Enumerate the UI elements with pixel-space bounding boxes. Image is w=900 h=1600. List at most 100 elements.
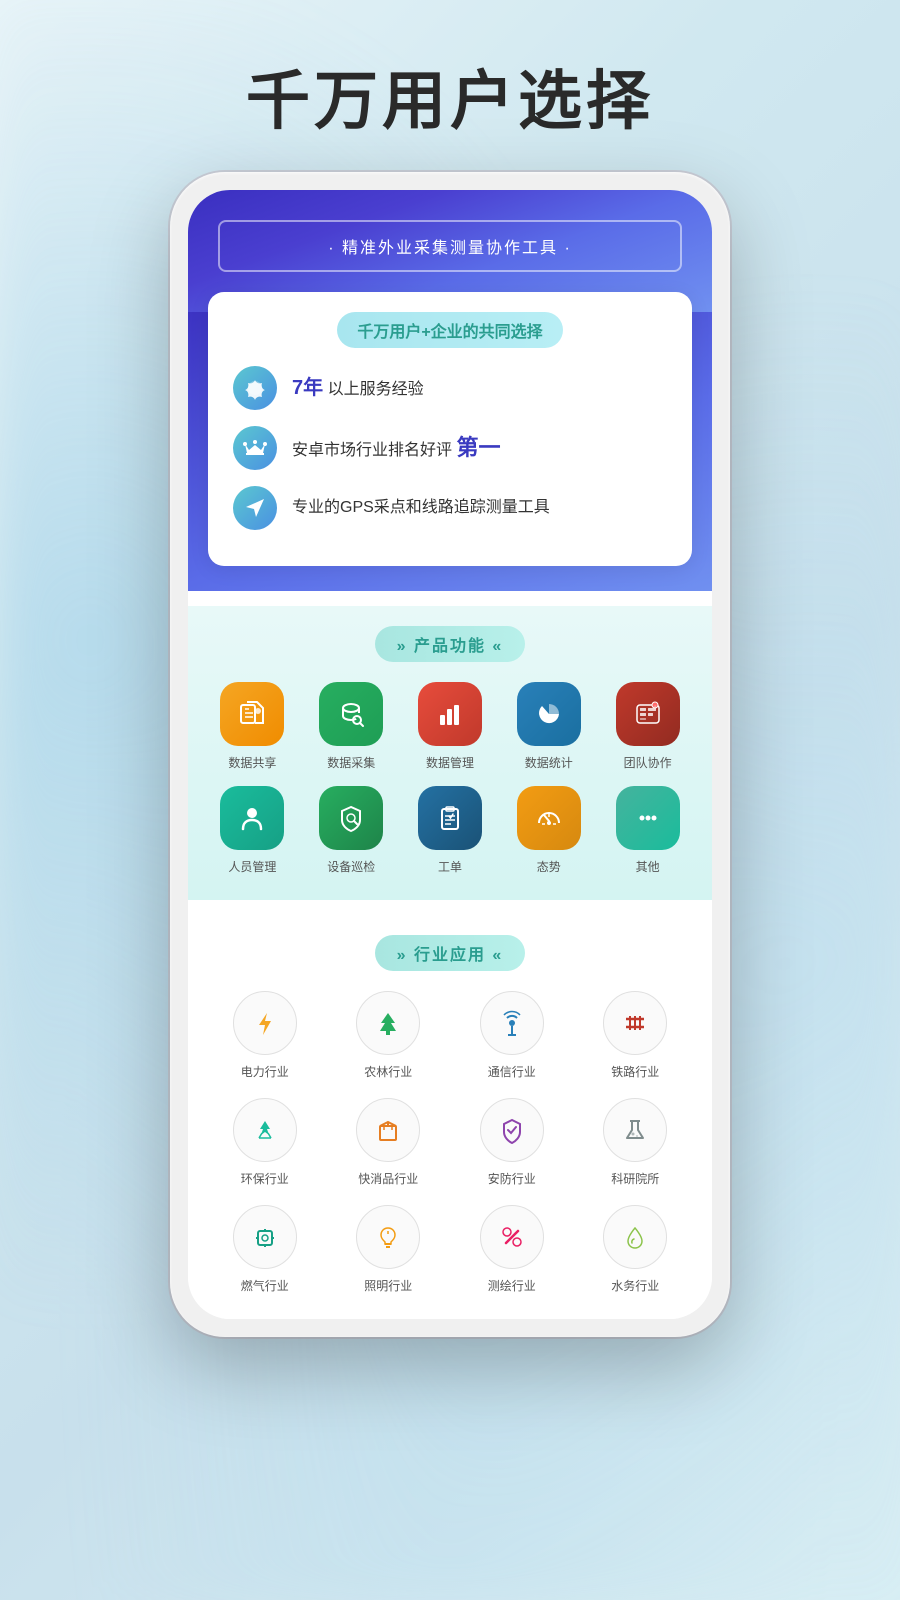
research-label: 科研院所 [611, 1170, 659, 1187]
user-icon [237, 803, 267, 833]
feature-text-years: 7年 以上服务经验 [292, 374, 424, 402]
product-item-workorder[interactable]: 工单 [406, 786, 495, 875]
product-icon-grid-row1: 数据共享 数据采集 [208, 682, 692, 771]
more-icon-circle [616, 786, 680, 850]
feature-text-gps: 专业的GPS采点和线路追踪测量工具 [292, 497, 550, 519]
security-icon-circle [480, 1098, 544, 1162]
team-label: 团队协作 [624, 754, 672, 771]
product-section-title: » 产品功能 « [375, 626, 526, 662]
industry-item-power[interactable]: 电力行业 [208, 991, 322, 1080]
card-bg: 千万用户+企业的共同选择 7年 以上服务经验 [188, 292, 712, 591]
stats-icon-circle [517, 682, 581, 746]
phone-mockup: · 精准外业采集测量协作工具 · 千万用户+企业的共同选择 [170, 172, 730, 1337]
workorder-label: 工单 [438, 858, 462, 875]
industry-item-forest[interactable]: 农林行业 [332, 991, 446, 1080]
svg-text:!: ! [654, 704, 655, 709]
page-title-section: 千万用户选择 [0, 0, 900, 172]
product-item-stats[interactable]: 数据统计 [504, 682, 593, 771]
bar-chart-icon [435, 699, 465, 729]
security-label: 安防行业 [488, 1170, 536, 1187]
card-title-wrapper: 千万用户+企业的共同选择 [233, 312, 667, 348]
product-icon-grid-row2: 人员管理 设备巡检 [208, 786, 692, 875]
situation-icon-circle [517, 786, 581, 850]
railway-icon-circle [603, 991, 667, 1055]
tools-icon [498, 1223, 526, 1251]
industry-item-survey[interactable]: 测绘行业 [455, 1205, 569, 1294]
fmcg-label: 快消品行业 [358, 1170, 418, 1187]
manage-label: 数据管理 [426, 754, 474, 771]
water-label: 水务行业 [611, 1277, 659, 1294]
industry-item-research[interactable]: 科研院所 [579, 1098, 693, 1187]
manage-icon-circle [418, 682, 482, 746]
product-item-personnel[interactable]: 人员管理 [208, 786, 297, 875]
forest-label: 农林行业 [364, 1063, 412, 1080]
telecom-icon-circle [480, 991, 544, 1055]
industry-item-lighting[interactable]: 照明行业 [332, 1205, 446, 1294]
industry-title-wrapper: » 行业应用 « [208, 935, 692, 971]
database-search-icon [336, 699, 366, 729]
workorder-icon-circle [418, 786, 482, 850]
collect-icon-circle [319, 682, 383, 746]
antenna-icon [498, 1009, 526, 1037]
shield-search-icon [336, 803, 366, 833]
pie-chart-icon [534, 699, 564, 729]
forest-icon [374, 1009, 402, 1037]
product-title-wrapper: » 产品功能 « [208, 626, 692, 662]
product-item-team[interactable]: ! 团队协作 [603, 682, 692, 771]
product-item-share[interactable]: 数据共享 [208, 682, 297, 771]
telecom-label: 通信行业 [488, 1063, 536, 1080]
flask-icon [621, 1116, 649, 1144]
feature-item-years: 7年 以上服务经验 [233, 366, 667, 410]
gauge-icon [534, 803, 564, 833]
industry-item-fmcg[interactable]: 快消品行业 [332, 1098, 446, 1187]
env-label: 环保行业 [241, 1170, 289, 1187]
feature-item-rank: 安卓市场行业排名好评 第一 [233, 426, 667, 470]
card-title-badge: 千万用户+企业的共同选择 [337, 312, 562, 348]
product-item-inspection[interactable]: 设备巡检 [307, 786, 396, 875]
water-icon-circle [603, 1205, 667, 1269]
lightning-icon [251, 1009, 279, 1037]
phone-screen: · 精准外业采集测量协作工具 · 千万用户+企业的共同选择 [188, 190, 712, 1319]
feature-icon-years [233, 366, 277, 410]
clipboard-icon [435, 803, 465, 833]
feature-text-rank: 安卓市场行业排名好评 第一 [292, 433, 500, 464]
product-item-situation[interactable]: 态势 [504, 786, 593, 875]
industry-item-telecom[interactable]: 通信行业 [455, 991, 569, 1080]
industry-item-railway[interactable]: 铁路行业 [579, 991, 693, 1080]
product-item-collect[interactable]: 数据采集 [307, 682, 396, 771]
share-icon [237, 699, 267, 729]
feature-card: 千万用户+企业的共同选择 7年 以上服务经验 [208, 292, 692, 566]
feature-icon-rank [233, 426, 277, 470]
lightbulb-icon [374, 1223, 402, 1251]
lighting-label: 照明行业 [364, 1277, 412, 1294]
industry-item-security[interactable]: 安防行业 [455, 1098, 569, 1187]
banner-text: · 精准外业采集测量协作工具 · [328, 234, 572, 258]
industry-item-water[interactable]: 水务行业 [579, 1205, 693, 1294]
shield-icon [498, 1116, 526, 1144]
card-title-text: 千万用户+企业的共同选择 [357, 324, 542, 341]
personnel-label: 人员管理 [228, 858, 276, 875]
power-label: 电力行业 [241, 1063, 289, 1080]
industry-row3: 燃气行业 照明行业 [208, 1205, 692, 1294]
feature-icon-gps [233, 486, 277, 530]
more-label: 其他 [636, 858, 660, 875]
product-section: » 产品功能 « 数据共享 [188, 606, 712, 900]
forest-icon-circle [356, 991, 420, 1055]
situation-label: 态势 [537, 858, 561, 875]
crown-icon [242, 435, 268, 461]
navigate-icon [243, 496, 267, 520]
recycle-icon [251, 1116, 279, 1144]
power-icon-circle [233, 991, 297, 1055]
share-icon-circle [220, 682, 284, 746]
more-dots-icon [633, 803, 663, 833]
survey-icon-circle [480, 1205, 544, 1269]
inspection-icon-circle [319, 786, 383, 850]
product-item-more[interactable]: 其他 [603, 786, 692, 875]
survey-label: 测绘行业 [488, 1277, 536, 1294]
industry-item-gas[interactable]: 燃气行业 [208, 1205, 322, 1294]
industry-item-env[interactable]: 环保行业 [208, 1098, 322, 1187]
lighting-icon-circle [356, 1205, 420, 1269]
water-drop-icon [621, 1223, 649, 1251]
research-icon-circle [603, 1098, 667, 1162]
product-item-manage[interactable]: 数据管理 [406, 682, 495, 771]
